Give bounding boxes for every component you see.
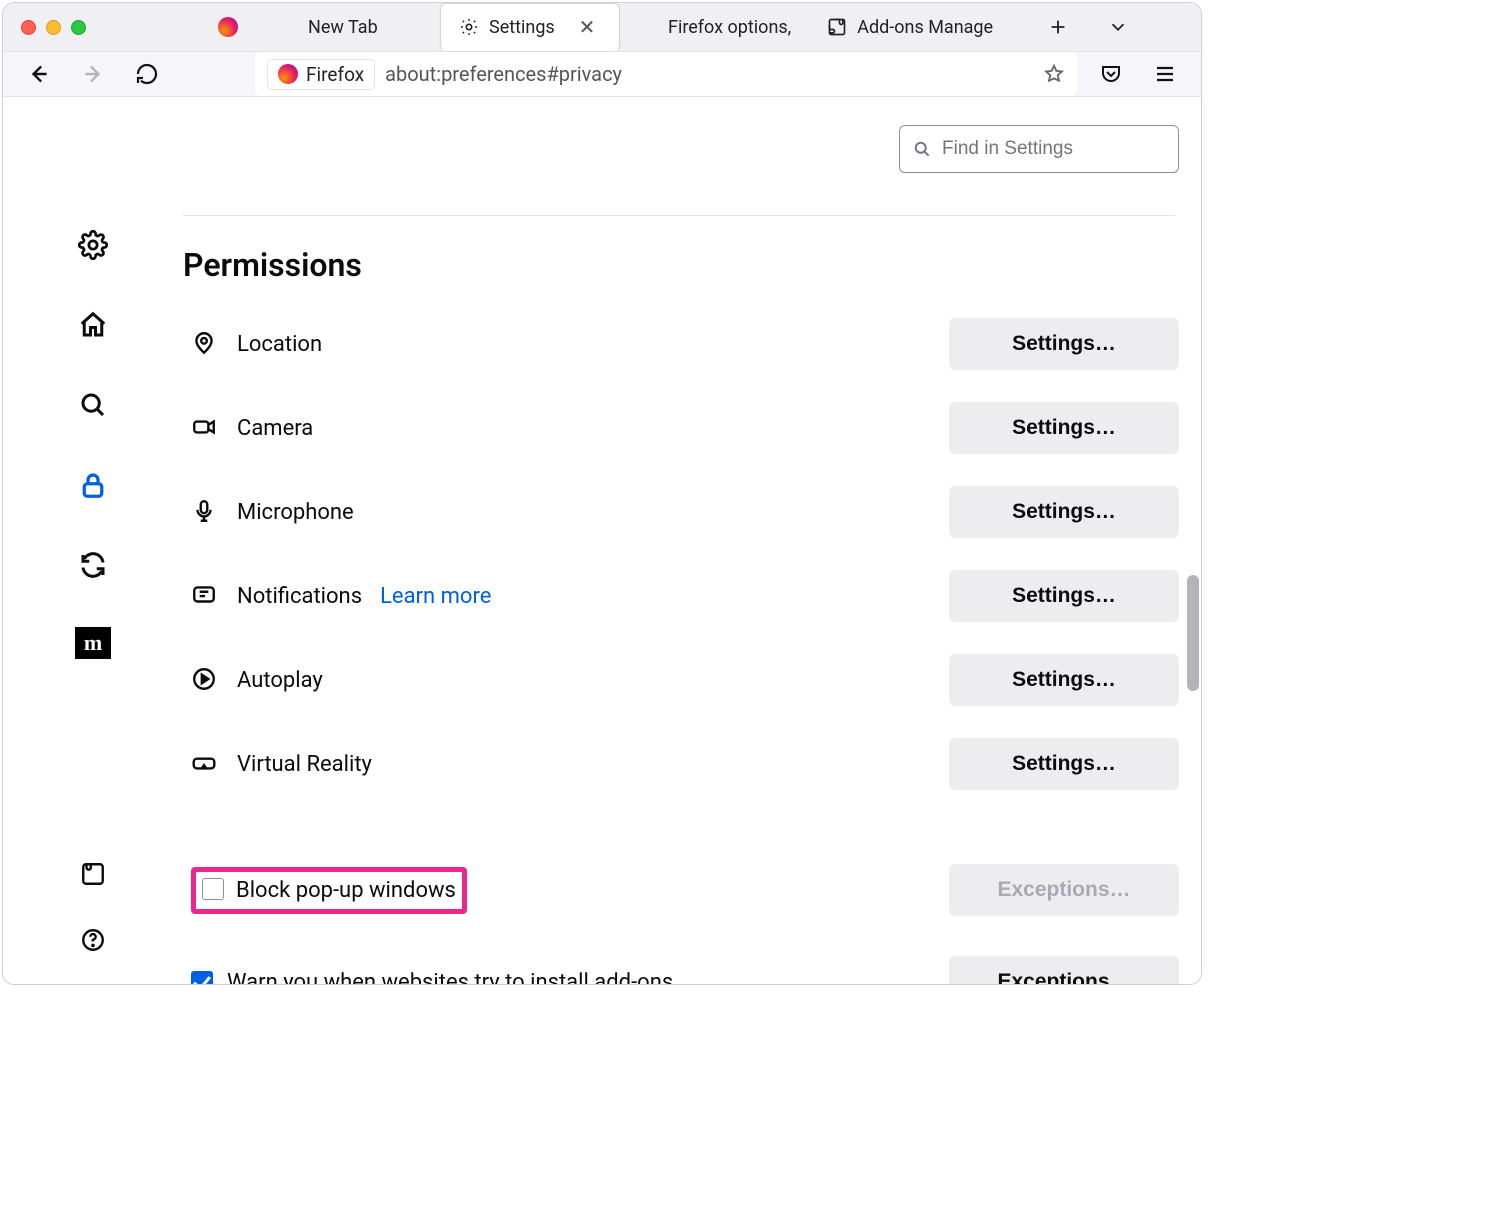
- gear-icon: [459, 17, 479, 37]
- toolbar-right: [1091, 54, 1185, 94]
- permission-vr: Virtual Reality Settings…: [183, 732, 1195, 796]
- tab-label: Add-ons Manage: [857, 17, 993, 38]
- tab-actions: [1043, 12, 1133, 42]
- minimize-window-button[interactable]: [46, 20, 61, 35]
- tab-label: Settings: [489, 17, 555, 38]
- permission-label: Location: [237, 332, 322, 357]
- tab-label: New Tab: [308, 17, 378, 38]
- section-title-permissions: Permissions: [183, 246, 1195, 284]
- autoplay-icon: [191, 666, 219, 694]
- permission-location: Location Settings…: [183, 312, 1195, 376]
- identity-label: Firefox: [306, 63, 364, 86]
- titlebar: New Tab Settings ✕ Firefox options, Add-…: [3, 3, 1201, 52]
- notifications-settings-button[interactable]: Settings…: [949, 570, 1179, 622]
- block-popups-row: Block pop-up windows Exceptions…: [183, 854, 1195, 926]
- close-window-button[interactable]: [21, 20, 36, 35]
- navigation-toolbar: Firefox about:preferences#privacy: [3, 52, 1201, 97]
- permission-notifications: Notifications Learn more Settings…: [183, 564, 1195, 628]
- browser-window: New Tab Settings ✕ Firefox options, Add-…: [2, 2, 1202, 985]
- app-menu-button[interactable]: [1145, 54, 1185, 94]
- permission-microphone: Microphone Settings…: [183, 480, 1195, 544]
- camera-settings-button[interactable]: Settings…: [949, 402, 1179, 454]
- warn-addons-checkbox[interactable]: [191, 971, 213, 985]
- puzzle-icon: [827, 17, 847, 37]
- location-icon: [191, 330, 219, 358]
- tab-firefox-options[interactable]: Firefox options,: [620, 3, 809, 51]
- category-more-from-mozilla[interactable]: m: [75, 627, 111, 659]
- microphone-icon: [191, 498, 219, 526]
- block-popups-checkbox[interactable]: [202, 878, 224, 900]
- firefox-icon: [278, 64, 298, 84]
- settings-search[interactable]: [899, 125, 1179, 173]
- preferences-main: Permissions Location Settings… Camera: [183, 97, 1201, 985]
- scrollbar-thumb[interactable]: [1187, 575, 1199, 691]
- permission-label: Microphone: [237, 500, 354, 525]
- category-privacy[interactable]: [75, 467, 111, 503]
- firefox-icon: [638, 17, 658, 37]
- block-popups-exceptions-button[interactable]: Exceptions…: [949, 864, 1179, 916]
- category-home[interactable]: [75, 307, 111, 343]
- warn-addons-exceptions-button[interactable]: Exceptions…: [949, 956, 1179, 985]
- url-text: about:preferences#privacy: [385, 62, 622, 86]
- section-divider: [183, 215, 1175, 216]
- permission-label: Camera: [237, 416, 313, 441]
- permission-camera: Camera Settings…: [183, 396, 1195, 460]
- close-tab-button[interactable]: ✕: [573, 13, 601, 41]
- site-identity[interactable]: Firefox: [267, 59, 375, 90]
- settings-search-input[interactable]: [942, 138, 1166, 160]
- firefox-icon: [218, 17, 238, 37]
- search-icon: [912, 139, 932, 159]
- preferences-content: m Permissions: [3, 97, 1201, 985]
- warn-addons-row: Warn you when websites try to install ad…: [183, 946, 1195, 985]
- new-tab-button[interactable]: [1043, 12, 1073, 42]
- maximize-window-button[interactable]: [71, 20, 86, 35]
- permission-autoplay: Autoplay Settings…: [183, 648, 1195, 712]
- permission-label: Notifications: [237, 584, 362, 609]
- all-tabs-button[interactable]: [1103, 12, 1133, 42]
- permission-label: Virtual Reality: [237, 752, 372, 777]
- tab-addons-manager[interactable]: Add-ons Manage: [809, 3, 1011, 51]
- tab-label: Firefox options,: [668, 17, 791, 38]
- window-controls: [21, 20, 86, 35]
- notifications-icon: [191, 582, 219, 610]
- category-general[interactable]: [75, 227, 111, 263]
- tab-new-tab[interactable]: New Tab: [260, 3, 440, 51]
- warn-addons-label: Warn you when websites try to install ad…: [227, 970, 673, 986]
- vr-icon: [191, 750, 219, 778]
- forward-button[interactable]: [73, 54, 113, 94]
- microphone-settings-button[interactable]: Settings…: [949, 486, 1179, 538]
- tabstrip: New Tab Settings ✕ Firefox options, Add-…: [260, 3, 1011, 51]
- highlight-annotation: Block pop-up windows: [191, 867, 467, 914]
- category-sidebar: m: [3, 97, 183, 985]
- notifications-learn-more-link[interactable]: Learn more: [380, 584, 491, 609]
- addons-shortcut[interactable]: [75, 856, 111, 892]
- category-search[interactable]: [75, 387, 111, 423]
- autoplay-settings-button[interactable]: Settings…: [949, 654, 1179, 706]
- address-bar[interactable]: Firefox about:preferences#privacy: [255, 52, 1077, 96]
- help-shortcut[interactable]: [75, 922, 111, 958]
- vr-settings-button[interactable]: Settings…: [949, 738, 1179, 790]
- category-sync[interactable]: [75, 547, 111, 583]
- bookmark-star-icon[interactable]: [1043, 63, 1065, 85]
- block-popups-label: Block pop-up windows: [236, 878, 456, 903]
- camera-icon: [191, 414, 219, 442]
- firefox-icon: [278, 17, 298, 37]
- reload-button[interactable]: [127, 54, 167, 94]
- location-settings-button[interactable]: Settings…: [949, 318, 1179, 370]
- back-button[interactable]: [19, 54, 59, 94]
- permissions-list: Location Settings… Camera Settings…: [183, 312, 1195, 985]
- pocket-button[interactable]: [1091, 54, 1131, 94]
- permission-label: Autoplay: [237, 668, 323, 693]
- tab-settings[interactable]: Settings ✕: [440, 3, 620, 51]
